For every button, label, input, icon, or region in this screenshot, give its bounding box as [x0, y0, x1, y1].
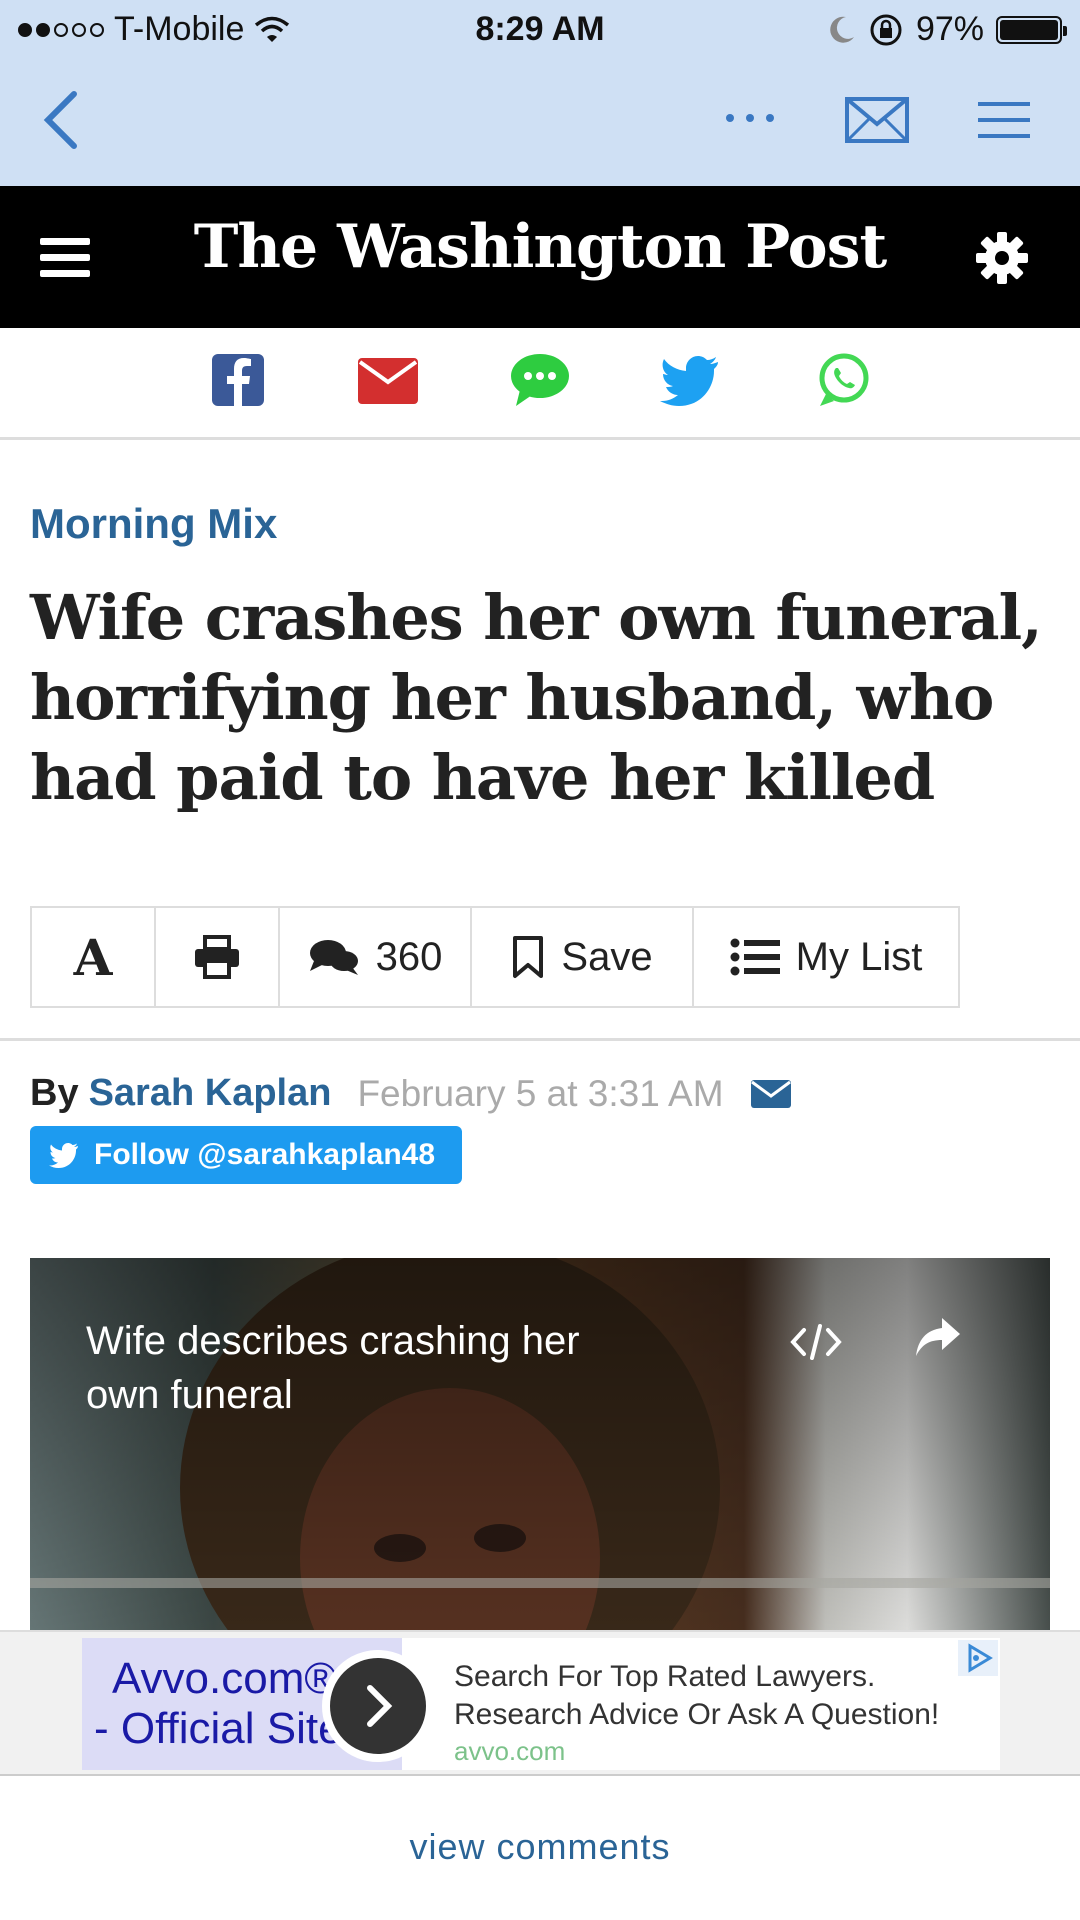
video-player[interactable]: Wife describes crashing her own funeral: [30, 1258, 1050, 1630]
article-toolbar: A 360 Save My List: [30, 906, 960, 1008]
ad-go-button[interactable]: [322, 1650, 434, 1762]
save-label: Save: [561, 934, 653, 979]
back-chevron-icon[interactable]: [36, 88, 88, 152]
comments-icon: [309, 940, 358, 975]
email-author-icon[interactable]: [750, 1078, 792, 1110]
site-logo[interactable]: The Washington Post: [0, 212, 1080, 282]
sms-icon[interactable]: [508, 350, 572, 410]
twitter-bird-icon: [49, 1143, 78, 1168]
ad-description: Search For Top Rated Lawyers. Research A…: [454, 1658, 974, 1734]
battery-percent: 97%: [915, 10, 984, 48]
ad-domain: avvo.com: [454, 1736, 566, 1766]
mail-icon[interactable]: [844, 96, 910, 144]
ad-unit[interactable]: Avvo.com® - Official Site Search For Top…: [82, 1638, 1000, 1770]
email-icon[interactable]: [356, 350, 420, 410]
font-size-button[interactable]: A: [32, 908, 156, 1006]
status-right-group: 97%: [828, 10, 1067, 49]
list-icon: [730, 938, 780, 976]
status-bar: T-Mobile 8:29 AM 97%: [0, 0, 1080, 58]
ad-desc-line1: Search For Top Rated Lawyers.: [454, 1660, 876, 1693]
chevron-right-icon: [367, 1685, 393, 1727]
ad-brand-line2: - Official Site: [94, 1704, 343, 1753]
whatsapp-icon[interactable]: [812, 350, 876, 410]
more-dots-icon[interactable]: [720, 98, 780, 138]
gear-icon[interactable]: [974, 230, 1030, 286]
rotation-lock-icon: [870, 14, 902, 45]
my-list-button[interactable]: My List: [694, 908, 958, 1006]
comments-button[interactable]: 360: [280, 908, 472, 1006]
browser-chrome: T-Mobile 8:29 AM 97%: [0, 0, 1080, 186]
video-title: Wife describes crashing her own funeral: [86, 1319, 580, 1417]
save-button[interactable]: Save: [472, 908, 694, 1006]
byline: By Sarah Kaplan February 5 at 3:31 AM: [30, 1072, 792, 1115]
divider: [0, 1038, 1080, 1041]
share-bar: [0, 328, 1080, 440]
view-comments-link[interactable]: view comments: [0, 1826, 1080, 1868]
comments-count: 360: [375, 934, 443, 979]
print-button[interactable]: [156, 908, 280, 1006]
ad-desc-line2: Research Advice Or Ask A Question!: [454, 1698, 940, 1731]
publish-date: February 5 at 3:31 AM: [357, 1072, 724, 1114]
byline-by: By: [30, 1072, 79, 1114]
twitter-follow-button[interactable]: Follow @sarahkaplan48: [30, 1126, 462, 1184]
site-header: The Washington Post: [0, 186, 1080, 328]
browser-nav: [0, 58, 1080, 186]
facebook-icon[interactable]: [206, 350, 270, 410]
article-headline: Wife crashes her own funeral, horrifying…: [30, 581, 1043, 814]
moon-icon: [830, 16, 854, 43]
print-icon: [195, 935, 239, 979]
twitter-icon[interactable]: [660, 350, 724, 410]
follow-label: Follow @sarahkaplan48: [94, 1138, 436, 1171]
menu-lines-icon[interactable]: [976, 96, 1032, 144]
battery-icon: [996, 15, 1067, 44]
font-size-label: A: [73, 927, 113, 987]
ad-brand-line1: Avvo.com®: [112, 1654, 337, 1703]
ad-banner: Avvo.com® - Official Site Search For Top…: [0, 1630, 1080, 1776]
share-arrow-icon[interactable]: [914, 1316, 962, 1358]
section-kicker[interactable]: Morning Mix: [30, 500, 277, 548]
embed-code-icon[interactable]: [790, 1322, 842, 1362]
author-link[interactable]: Sarah Kaplan: [89, 1072, 332, 1115]
my-list-label: My List: [795, 934, 923, 979]
bookmark-icon: [513, 936, 544, 978]
adchoices-icon[interactable]: [958, 1640, 998, 1676]
